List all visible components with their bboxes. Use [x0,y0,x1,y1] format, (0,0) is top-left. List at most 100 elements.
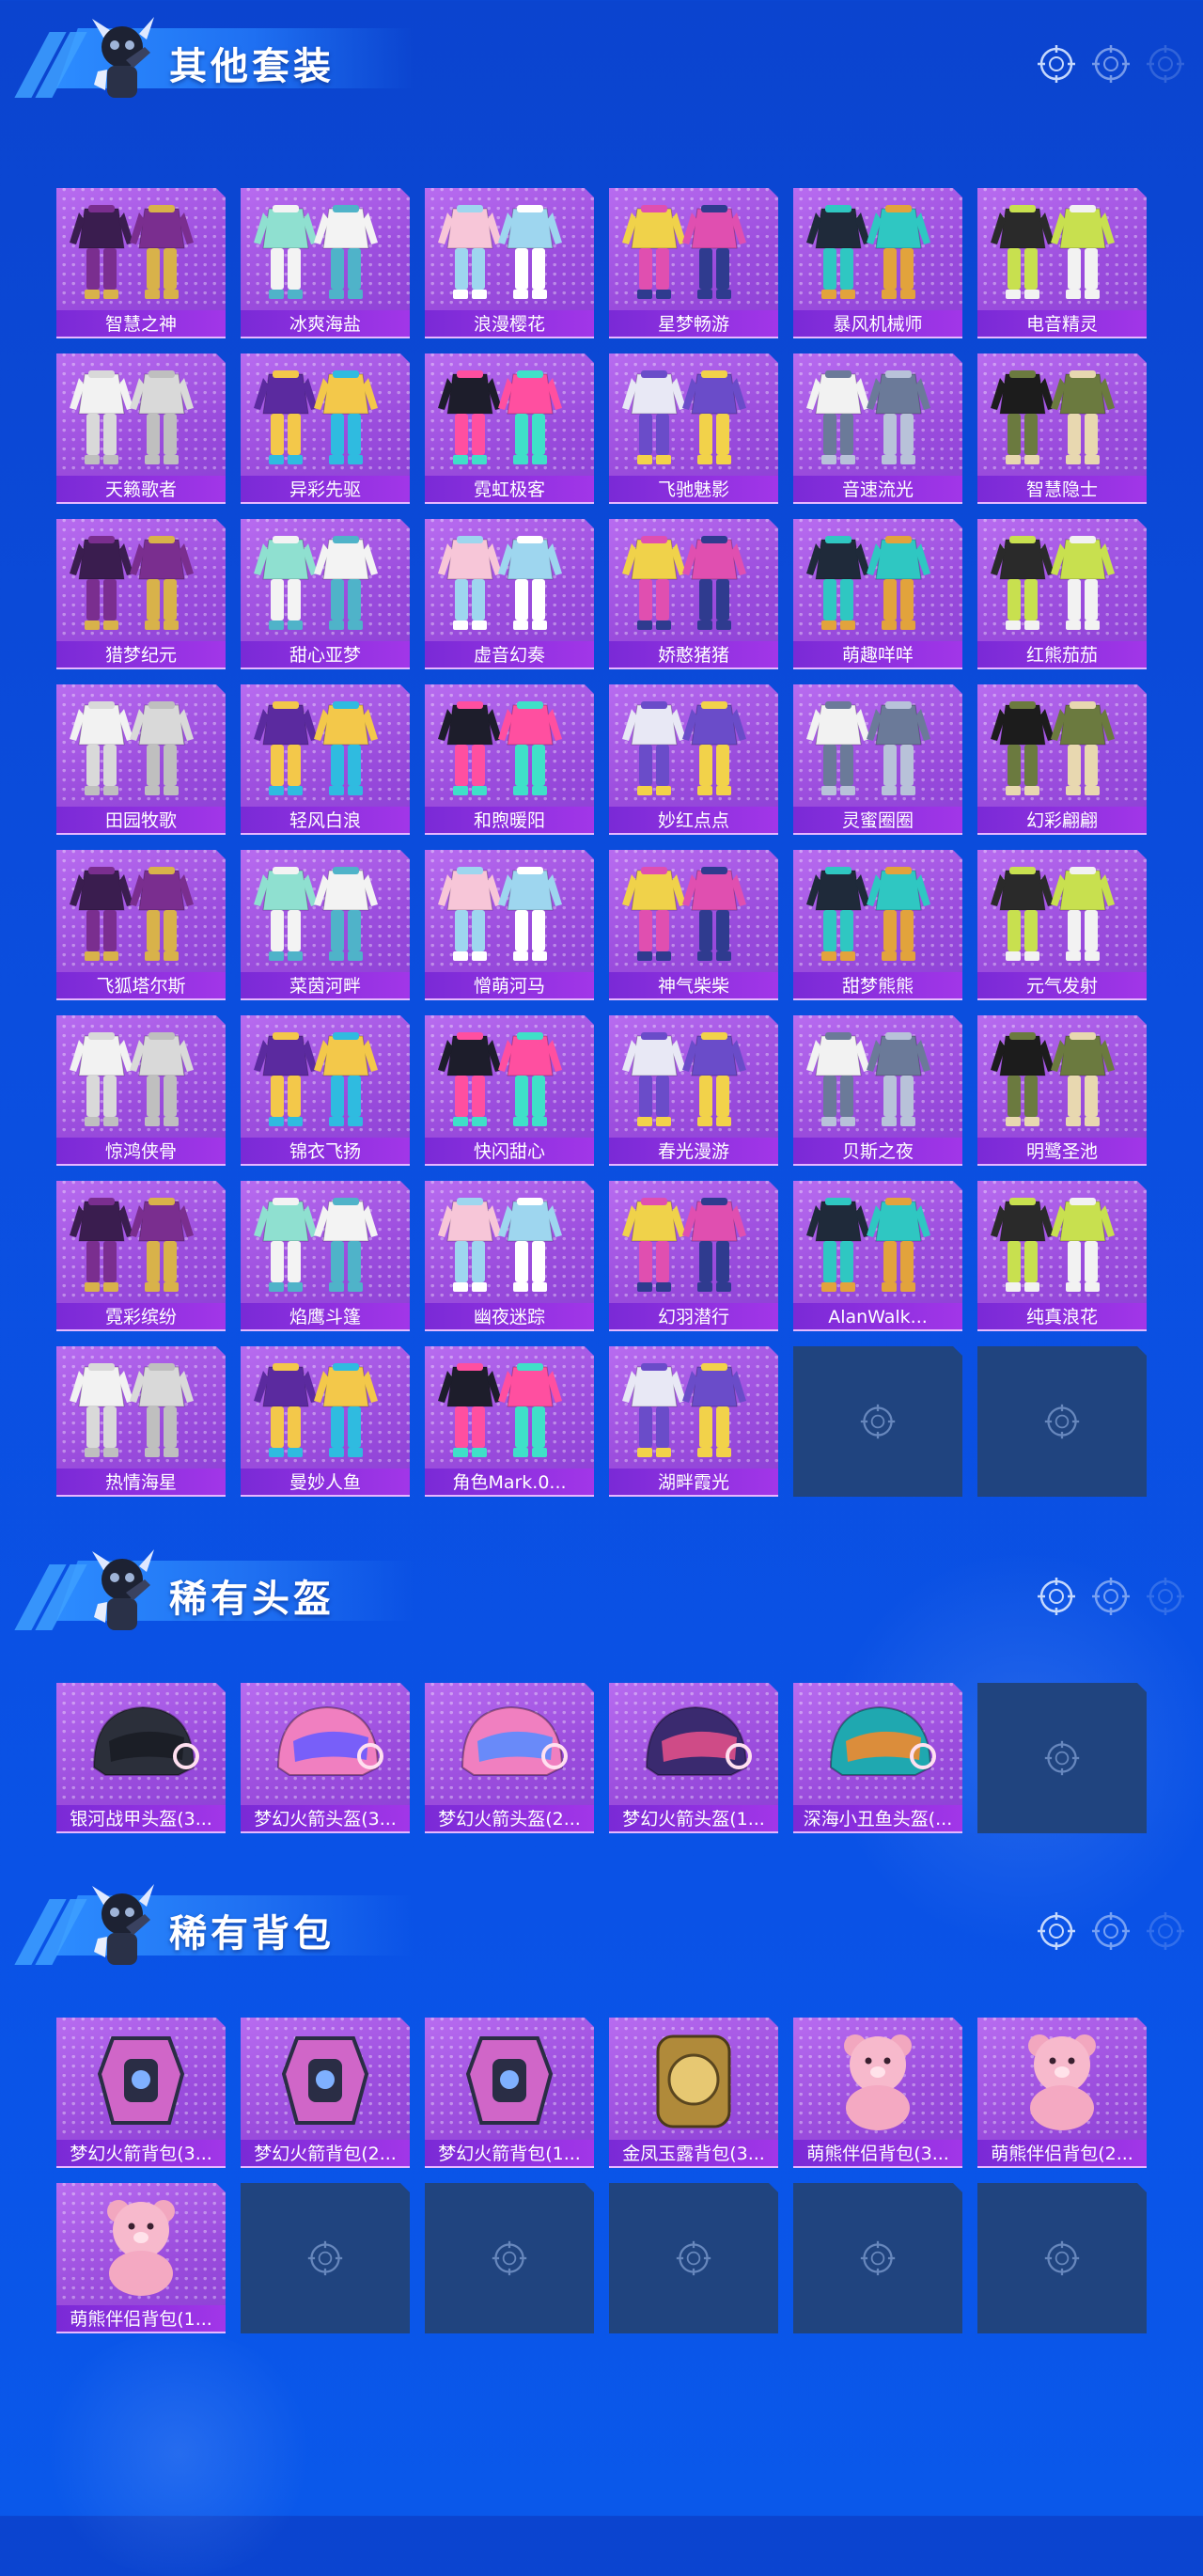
item-card[interactable]: 湖畔霞光 [609,1346,778,1497]
item-card[interactable]: 和煦暖阳 [425,684,594,835]
item-card[interactable]: AlanWalk... [793,1181,962,1331]
item-card[interactable]: 轻风白浪 [241,684,410,835]
item-card[interactable]: 角色Mark.0... [425,1346,594,1497]
item-name: 深海小丑鱼头盔(... [793,1805,962,1833]
item-card[interactable]: 电音精灵 [977,188,1147,338]
item-card[interactable]: 虚音幻奏 [425,519,594,669]
item-name: 神气柴柴 [609,972,778,1000]
item-name: 娇憨猪猪 [609,641,778,669]
item-name: 萌趣咩咩 [793,641,962,669]
item-card[interactable]: 异彩先驱 [241,353,410,504]
item-card[interactable]: 梦幻火箭背包(1... [425,2018,594,2168]
item-card[interactable]: 萌熊伴侣背包(2... [977,2018,1147,2168]
item-card[interactable]: 甜梦熊熊 [793,850,962,1000]
item-name: 幻羽潜行 [609,1303,778,1331]
item-name: 和煦暖阳 [425,807,594,835]
outfit-image [56,850,226,972]
outfit-image [793,1015,962,1138]
item-name: 春光漫游 [609,1138,778,1166]
item-card[interactable]: 冰爽海盐 [241,188,410,338]
item-card[interactable]: 飞狐塔尔斯 [56,850,226,1000]
item-card[interactable]: 明鹭圣池 [977,1015,1147,1166]
backpack-image [56,2183,226,2305]
item-name: 虚音幻奏 [425,641,594,669]
item-card[interactable]: 神气柴柴 [609,850,778,1000]
outfit-image [609,1181,778,1303]
item-name: 星梦畅游 [609,310,778,338]
item-card[interactable]: 幽夜迷踪 [425,1181,594,1331]
item-card[interactable]: 萌熊伴侣背包(3... [793,2018,962,2168]
item-card[interactable]: 梦幻火箭背包(3... [56,2018,226,2168]
item-name: 萌熊伴侣背包(2... [977,2140,1147,2168]
item-card[interactable]: 红熊茄茄 [977,519,1147,669]
item-card[interactable]: 萌趣咩咩 [793,519,962,669]
item-card[interactable]: 梦幻火箭头盔(1... [609,1683,778,1833]
background-decoration [38,2332,320,2576]
crosshair-icon [1090,1910,1132,1952]
section-3: 稀有背包 梦幻火箭背包(3... 梦幻火箭背包(2... 梦幻火箭背包(1... 金凤玉… [0,1867,1203,2333]
item-card[interactable]: 妙红点点 [609,684,778,835]
outfit-image [977,1015,1147,1138]
crosshair-icon [491,2239,528,2277]
item-name: 明鹭圣池 [977,1138,1147,1166]
item-name: 焰鹰斗篷 [241,1303,410,1331]
item-card[interactable]: 梦幻火箭头盔(2... [425,1683,594,1833]
item-card[interactable]: 霓虹极客 [425,353,594,504]
item-name: 甜梦熊熊 [793,972,962,1000]
item-name: 萌熊伴侣背包(3... [793,2140,962,2168]
item-card[interactable]: 天籁歌者 [56,353,226,504]
item-name: 菜茵河畔 [241,972,410,1000]
item-card[interactable]: 贝斯之夜 [793,1015,962,1166]
item-card[interactable]: 锦衣飞扬 [241,1015,410,1166]
item-card[interactable]: 热情海星 [56,1346,226,1497]
outfit-image [977,684,1147,807]
item-card[interactable]: 智慧之神 [56,188,226,338]
item-card[interactable]: 金凤玉露背包(3... [609,2018,778,2168]
item-card[interactable]: 憎萌河马 [425,850,594,1000]
item-card[interactable]: 快闪甜心 [425,1015,594,1166]
helmet-image [241,1683,410,1805]
outfit-image [241,519,410,641]
item-card[interactable]: 霓彩缤纷 [56,1181,226,1331]
outfit-image [609,684,778,807]
item-name: 轻风白浪 [241,807,410,835]
item-card[interactable]: 菜茵河畔 [241,850,410,1000]
item-card[interactable]: 猎梦纪元 [56,519,226,669]
item-card[interactable]: 深海小丑鱼头盔(... [793,1683,962,1833]
item-name: 锦衣飞扬 [241,1138,410,1166]
item-card[interactable]: 浪漫樱花 [425,188,594,338]
outfit-image [793,850,962,972]
item-name: 飞狐塔尔斯 [56,972,226,1000]
item-name: 异彩先驱 [241,476,410,504]
item-card[interactable]: 灵蜜圈圈 [793,684,962,835]
item-card[interactable]: 音速流光 [793,353,962,504]
item-card[interactable]: 元气发射 [977,850,1147,1000]
item-card[interactable]: 甜心亚梦 [241,519,410,669]
item-card[interactable]: 纯真浪花 [977,1181,1147,1331]
outfit-image [793,353,962,476]
outfit-image [425,188,594,310]
outfit-image [793,1181,962,1303]
empty-slot [425,2183,594,2333]
item-card[interactable]: 娇憨猪猪 [609,519,778,669]
item-card[interactable]: 幻羽潜行 [609,1181,778,1331]
item-card[interactable]: 田园牧歌 [56,684,226,835]
section-header: 稀有头盔 [14,1532,423,1664]
item-card[interactable]: 银河战甲头盔(3... [56,1683,226,1833]
outfit-image [425,1346,594,1469]
item-card[interactable]: 星梦畅游 [609,188,778,338]
item-card[interactable]: 曼妙人鱼 [241,1346,410,1497]
outfit-image [977,1181,1147,1303]
item-card[interactable]: 智慧隐士 [977,353,1147,504]
item-card[interactable]: 幻彩翩翩 [977,684,1147,835]
item-name: 天籁歌者 [56,476,226,504]
item-card[interactable]: 暴风机械师 [793,188,962,338]
item-card[interactable]: 惊鸿侠骨 [56,1015,226,1166]
item-card[interactable]: 焰鹰斗篷 [241,1181,410,1331]
item-card[interactable]: 梦幻火箭背包(2... [241,2018,410,2168]
item-name: 角色Mark.0... [425,1469,594,1497]
item-card[interactable]: 梦幻火箭头盔(3... [241,1683,410,1833]
item-card[interactable]: 萌熊伴侣背包(1... [56,2183,226,2333]
item-card[interactable]: 飞驰魅影 [609,353,778,504]
item-card[interactable]: 春光漫游 [609,1015,778,1166]
